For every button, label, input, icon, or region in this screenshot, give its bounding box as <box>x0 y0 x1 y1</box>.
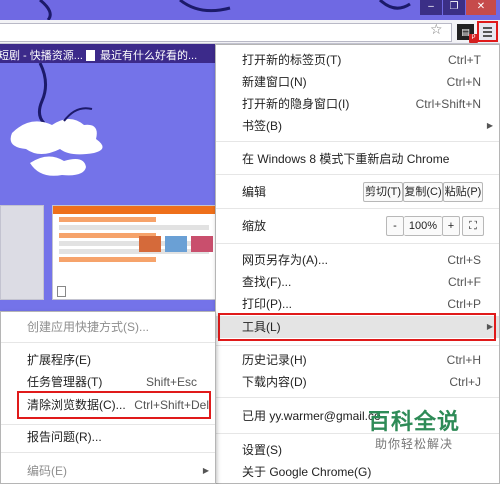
menu-item-label: 缩放 <box>242 219 267 233</box>
menu-item-shortcut: Ctrl+Shift+N <box>415 97 481 111</box>
menu-separator <box>216 174 499 175</box>
copy-button[interactable]: 复制(C) <box>403 182 443 202</box>
omnibox[interactable] <box>0 23 452 42</box>
close-window-button[interactable]: ✕ <box>466 0 496 15</box>
menu-item-label: 网页另存为(A)... <box>242 253 328 267</box>
menu-item-label: 书签(B) <box>242 119 282 133</box>
fullscreen-icon: ⛶ <box>469 220 477 232</box>
zoom-out-button[interactable]: - <box>386 216 404 236</box>
menu-bar-icon <box>483 27 492 29</box>
menu-separator <box>1 342 215 343</box>
menu-separator <box>216 208 499 209</box>
theme-art <box>10 63 103 176</box>
menu-separator <box>1 452 215 453</box>
menu-item-label: 报告问题(R)... <box>27 430 102 444</box>
bookmark-star-icon[interactable]: ☆ <box>430 21 443 38</box>
menu-item-label: 在 Windows 8 模式下重新启动 Chrome <box>242 152 450 166</box>
menu-separator <box>216 397 499 398</box>
page-icon <box>57 286 66 297</box>
highlight-box <box>218 313 496 341</box>
menu-separator <box>1 424 215 425</box>
menu-item-shortcut: Ctrl+N <box>446 75 481 89</box>
menu-item-shortcut: Ctrl+H <box>446 353 481 367</box>
menu-item-label: 编辑 <box>242 185 267 199</box>
menu-separator <box>216 345 499 346</box>
chrome-menu-button[interactable] <box>477 21 498 42</box>
menu-item-label: 打印(P)... <box>242 297 292 311</box>
most-visited-thumbnail[interactable] <box>0 205 44 300</box>
menu-item-label: 设置(S) <box>242 443 282 457</box>
menu-separator <box>216 141 499 142</box>
submenu-item-create-shortcuts[interactable]: 创建应用快捷方式(S)... <box>1 316 215 338</box>
menu-bar-icon <box>483 35 492 37</box>
menu-item-incognito[interactable]: 打开新的隐身窗口(I) Ctrl+Shift+N <box>216 93 499 115</box>
paste-button[interactable]: 粘贴(P) <box>443 182 483 202</box>
menu-item-shortcut: Ctrl+S <box>447 253 481 267</box>
most-visited-thumbnail[interactable] <box>52 205 216 300</box>
bookmark-label: 最近有什么好看的... <box>100 50 198 62</box>
menu-item-label: 打开新的标签页(T) <box>242 53 342 67</box>
menu-item-shortcut: Ctrl+T <box>448 53 481 67</box>
toolbar: ☆ ▤ P <box>0 20 500 44</box>
restore-button[interactable]: ❐ <box>443 0 465 15</box>
menu-item-label: 下载内容(D) <box>242 375 307 389</box>
menu-item-print[interactable]: 打印(P)... Ctrl+P <box>216 293 499 315</box>
menu-item-label: 扩展程序(E) <box>27 353 91 367</box>
menu-item-shortcut: Ctrl+F <box>448 275 481 289</box>
theme-strip: – ❐ ✕ <box>0 0 500 20</box>
submenu-arrow-icon: ▶ <box>202 466 209 475</box>
menu-item-label: 已用 yy.warmer@gmail.co <box>242 409 381 423</box>
menu-item-shortcut: Ctrl+P <box>447 297 481 311</box>
menu-item-label: 关于 Google Chrome(G) <box>242 465 372 479</box>
menu-item-restart-win8[interactable]: 在 Windows 8 模式下重新启动 Chrome <box>216 148 499 170</box>
menu-item-shortcut: Ctrl+J <box>449 375 481 389</box>
bookmark-label: 短剧 - 快播资源... <box>0 50 83 62</box>
menu-item-new-window[interactable]: 新建窗口(N) Ctrl+N <box>216 71 499 93</box>
menu-item-label: 任务管理器(T) <box>27 375 103 389</box>
menu-item-find[interactable]: 查找(F)... Ctrl+F <box>216 271 499 293</box>
fullscreen-button[interactable]: ⛶ <box>462 216 484 236</box>
submenu-item-encoding[interactable]: 编码(E) ▶ <box>1 460 215 482</box>
highlight-box <box>17 391 211 419</box>
page-icon <box>86 50 95 61</box>
menu-item-label: 编码(E) <box>27 464 67 478</box>
submenu-item-extensions[interactable]: 扩展程序(E) <box>1 349 215 371</box>
menu-item-save-as[interactable]: 网页另存为(A)... Ctrl+S <box>216 249 499 271</box>
watermark-title: 百科全说 <box>368 409 461 434</box>
menu-item-new-tab[interactable]: 打开新的标签页(T) Ctrl+T <box>216 49 499 71</box>
menu-item-label: 创建应用快捷方式(S)... <box>27 320 149 334</box>
cut-button[interactable]: 剪切(T) <box>363 182 403 202</box>
menu-item-label: 查找(F)... <box>242 275 292 289</box>
menu-item-label: 打开新的隐身窗口(I) <box>242 97 350 111</box>
zoom-level: 100% <box>404 216 442 236</box>
menu-item-label: 历史记录(H) <box>242 353 307 367</box>
menu-separator <box>216 243 499 244</box>
tools-submenu: 创建应用快捷方式(S)... 扩展程序(E) 任务管理器(T) Shift+Es… <box>0 311 216 484</box>
menu-item-label: 新建窗口(N) <box>242 75 307 89</box>
extension-icon[interactable]: ▤ P <box>457 24 478 43</box>
submenu-item-task-manager[interactable]: 任务管理器(T) Shift+Esc <box>1 371 215 393</box>
watermark-logo: 百科全说 助你轻松解决 <box>368 409 460 452</box>
submenu-arrow-icon: ▶ <box>486 121 493 130</box>
bookmark-item[interactable]: 短剧 - 快播资源... <box>0 47 83 63</box>
zoom-in-button[interactable]: + <box>442 216 460 236</box>
minimize-button[interactable]: – <box>420 0 442 15</box>
menu-item-shortcut: Shift+Esc <box>145 375 197 389</box>
watermark-subtitle: 助你轻松解决 <box>375 437 454 451</box>
submenu-item-report-issue[interactable]: 报告问题(R)... <box>1 426 215 448</box>
menu-item-downloads[interactable]: 下载内容(D) Ctrl+J <box>216 371 499 393</box>
menu-item-history[interactable]: 历史记录(H) Ctrl+H <box>216 349 499 371</box>
menu-item-bookmarks[interactable]: 书签(B) ▶ <box>216 115 499 137</box>
menu-bar-icon <box>483 31 492 33</box>
bookmark-item[interactable]: 最近有什么好看的... <box>86 47 197 63</box>
menu-item-about[interactable]: 关于 Google Chrome(G) <box>216 461 499 483</box>
